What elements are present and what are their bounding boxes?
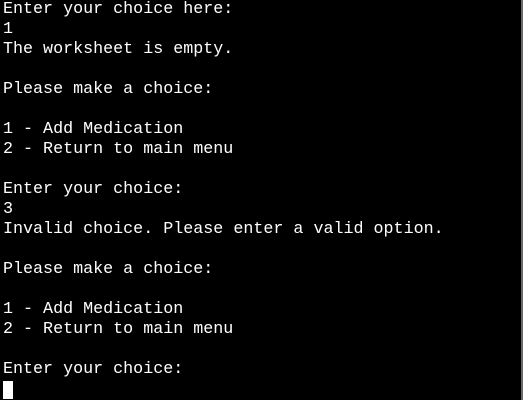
input-line[interactable] <box>3 380 521 400</box>
prompt-line: Enter your choice: <box>3 180 184 199</box>
menu-option-return-main-menu: 2 - Return to main menu <box>3 320 234 339</box>
prompt-line: Enter your choice here: <box>3 0 234 19</box>
error-message: Invalid choice. Please enter a valid opt… <box>3 220 444 239</box>
status-message: The worksheet is empty. <box>3 40 234 59</box>
user-input-line: 3 <box>3 200 14 219</box>
menu-option-return-main-menu: 2 - Return to main menu <box>3 140 234 159</box>
menu-heading: Please make a choice: <box>3 260 214 279</box>
menu-option-add-medication: 1 - Add Medication <box>3 120 184 139</box>
menu-heading: Please make a choice: <box>3 80 214 99</box>
prompt-line: Enter your choice: <box>3 360 184 379</box>
terminal-window[interactable]: Enter your choice here: 1 The worksheet … <box>0 0 523 400</box>
user-input-line: 1 <box>3 20 14 39</box>
text-cursor <box>3 381 13 399</box>
menu-option-add-medication: 1 - Add Medication <box>3 300 184 319</box>
